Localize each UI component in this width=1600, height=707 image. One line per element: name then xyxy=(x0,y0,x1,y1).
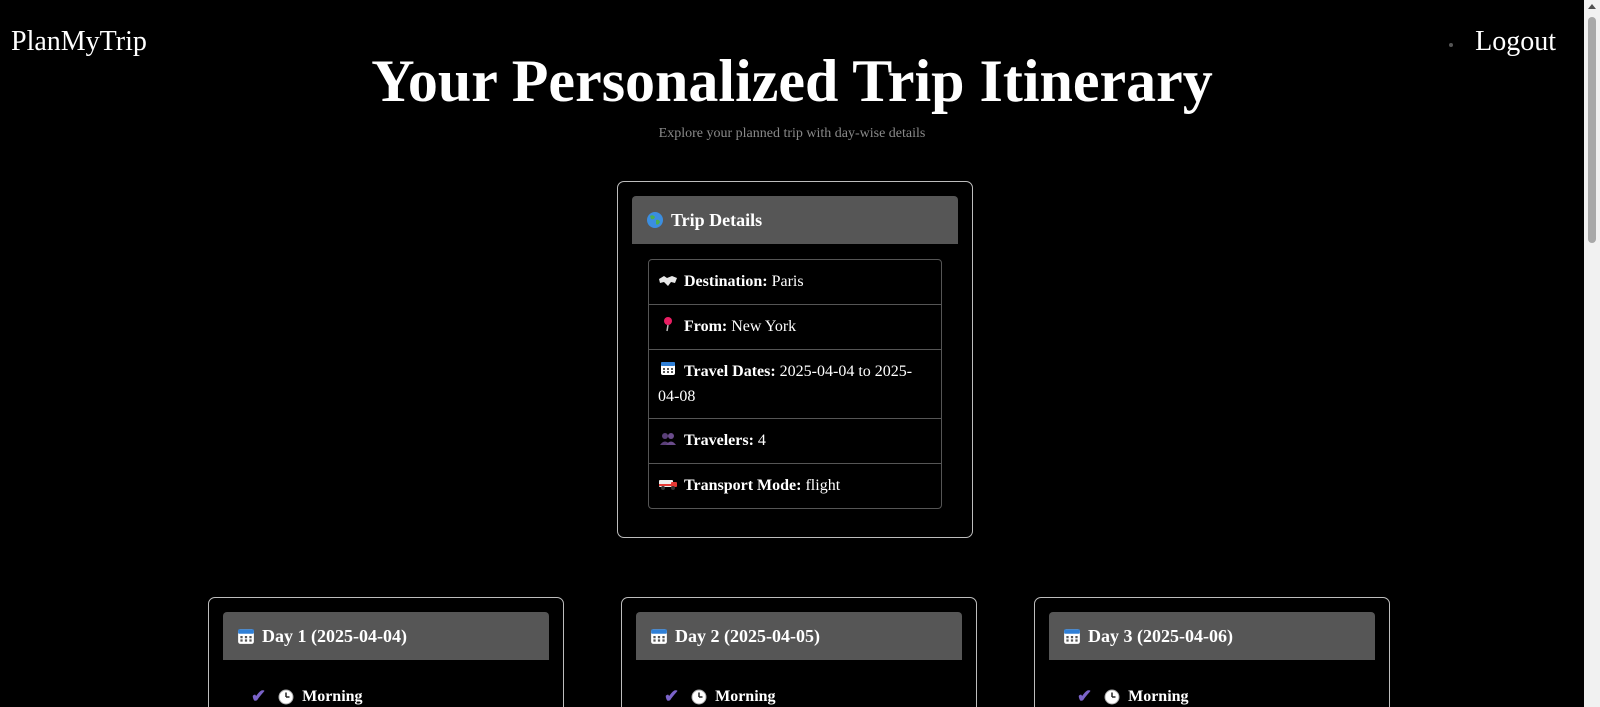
time-slot-label: Morning xyxy=(302,687,363,705)
day-title: Day 2 (2025-04-05) xyxy=(675,625,820,646)
detail-transport-mode-value: flight xyxy=(805,477,841,495)
detail-from: From: New York xyxy=(649,305,941,350)
page: PlanMyTrip Logout Your Personalized Trip… xyxy=(0,0,1600,707)
clock-icon xyxy=(691,689,707,705)
map-icon xyxy=(658,270,678,295)
calendar-icon xyxy=(650,627,668,645)
globe-icon xyxy=(646,211,664,229)
trip-details-card: Trip Details Destination: Paris From: Ne… xyxy=(617,181,973,538)
calendar-icon xyxy=(237,627,255,645)
day-title: Day 1 (2025-04-04) xyxy=(262,625,407,646)
time-slot-label: Morning xyxy=(715,687,776,705)
day-header: Day 1 (2025-04-04) xyxy=(223,612,549,660)
scroll-thumb[interactable] xyxy=(1588,17,1596,243)
check-icon: ✔ xyxy=(1077,686,1093,706)
detail-destination: Destination: Paris xyxy=(649,260,941,305)
day-card: Day 2 (2025-04-05) ✔ Morning xyxy=(621,597,977,707)
detail-travel-dates: Travel Dates: 2025-04-04 to 2025-04-08 xyxy=(649,350,941,420)
detail-from-value: New York xyxy=(731,317,797,335)
day-header: Day 3 (2025-04-06) xyxy=(1049,612,1375,660)
trip-details-header: Trip Details xyxy=(632,196,958,244)
time-slot: ✔ Morning xyxy=(251,686,563,707)
pin-icon xyxy=(658,315,678,340)
detail-travelers-label: Travelers: xyxy=(684,432,754,450)
trip-details-title: Trip Details xyxy=(671,209,763,230)
day-card: Day 3 (2025-04-06) ✔ Morning xyxy=(1034,597,1390,707)
detail-travelers-value: 4 xyxy=(757,432,766,450)
detail-from-label: From: xyxy=(684,317,728,335)
detail-destination-label: Destination: xyxy=(684,273,768,290)
calendar-icon xyxy=(658,359,678,384)
check-icon: ✔ xyxy=(251,686,267,706)
detail-travelers: Travelers: 4 xyxy=(649,419,941,465)
time-slot: ✔ Morning xyxy=(664,686,976,707)
check-icon: ✔ xyxy=(664,686,680,706)
day-header: Day 2 (2025-04-05) xyxy=(636,612,962,660)
vertical-scrollbar[interactable] xyxy=(1584,0,1600,707)
trip-details-list: Destination: Paris From: New York Travel… xyxy=(648,259,942,510)
clock-icon xyxy=(1104,689,1120,705)
page-subtitle: Explore your planned trip with day-wise … xyxy=(658,126,926,141)
time-slot: ✔ Morning xyxy=(1077,686,1389,707)
detail-travel-dates-label: Travel Dates: xyxy=(684,362,776,380)
page-title: Your Personalized Trip Itinerary xyxy=(371,48,1213,114)
time-slot-label: Morning xyxy=(1128,687,1189,705)
day-card: Day 1 (2025-04-04) ✔ Morning xyxy=(208,597,564,707)
clock-icon xyxy=(278,689,294,705)
people-icon xyxy=(658,429,678,454)
scroll-up-arrow-icon[interactable] xyxy=(1588,4,1596,9)
detail-transport-mode: Transport Mode: flight xyxy=(649,464,941,508)
calendar-icon xyxy=(1063,627,1081,645)
day-title: Day 3 (2025-04-06) xyxy=(1088,625,1233,646)
detail-transport-mode-label: Transport Mode: xyxy=(684,477,802,495)
vehicle-icon xyxy=(658,474,678,499)
detail-destination-value: Paris xyxy=(771,273,804,290)
